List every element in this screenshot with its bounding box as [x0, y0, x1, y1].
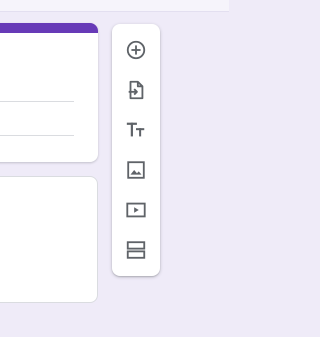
title-field-underline [0, 101, 74, 102]
title-card-accent-bar [0, 23, 98, 33]
add-circle-icon [125, 39, 147, 61]
add-section-button[interactable] [124, 238, 148, 262]
floating-toolbar [112, 24, 160, 276]
add-question-button[interactable] [124, 38, 148, 62]
image-icon [125, 159, 147, 181]
import-icon [125, 79, 147, 101]
add-title-description-button[interactable] [124, 118, 148, 142]
form-title-card[interactable] [0, 23, 98, 162]
import-questions-button[interactable] [124, 78, 148, 102]
video-icon [125, 199, 147, 221]
section-icon [125, 239, 147, 261]
question-card[interactable] [0, 176, 98, 303]
top-header-edge [0, 0, 229, 12]
add-video-button[interactable] [124, 198, 148, 222]
title-text-icon [125, 119, 147, 141]
description-field-underline [0, 135, 74, 136]
add-image-button[interactable] [124, 158, 148, 182]
